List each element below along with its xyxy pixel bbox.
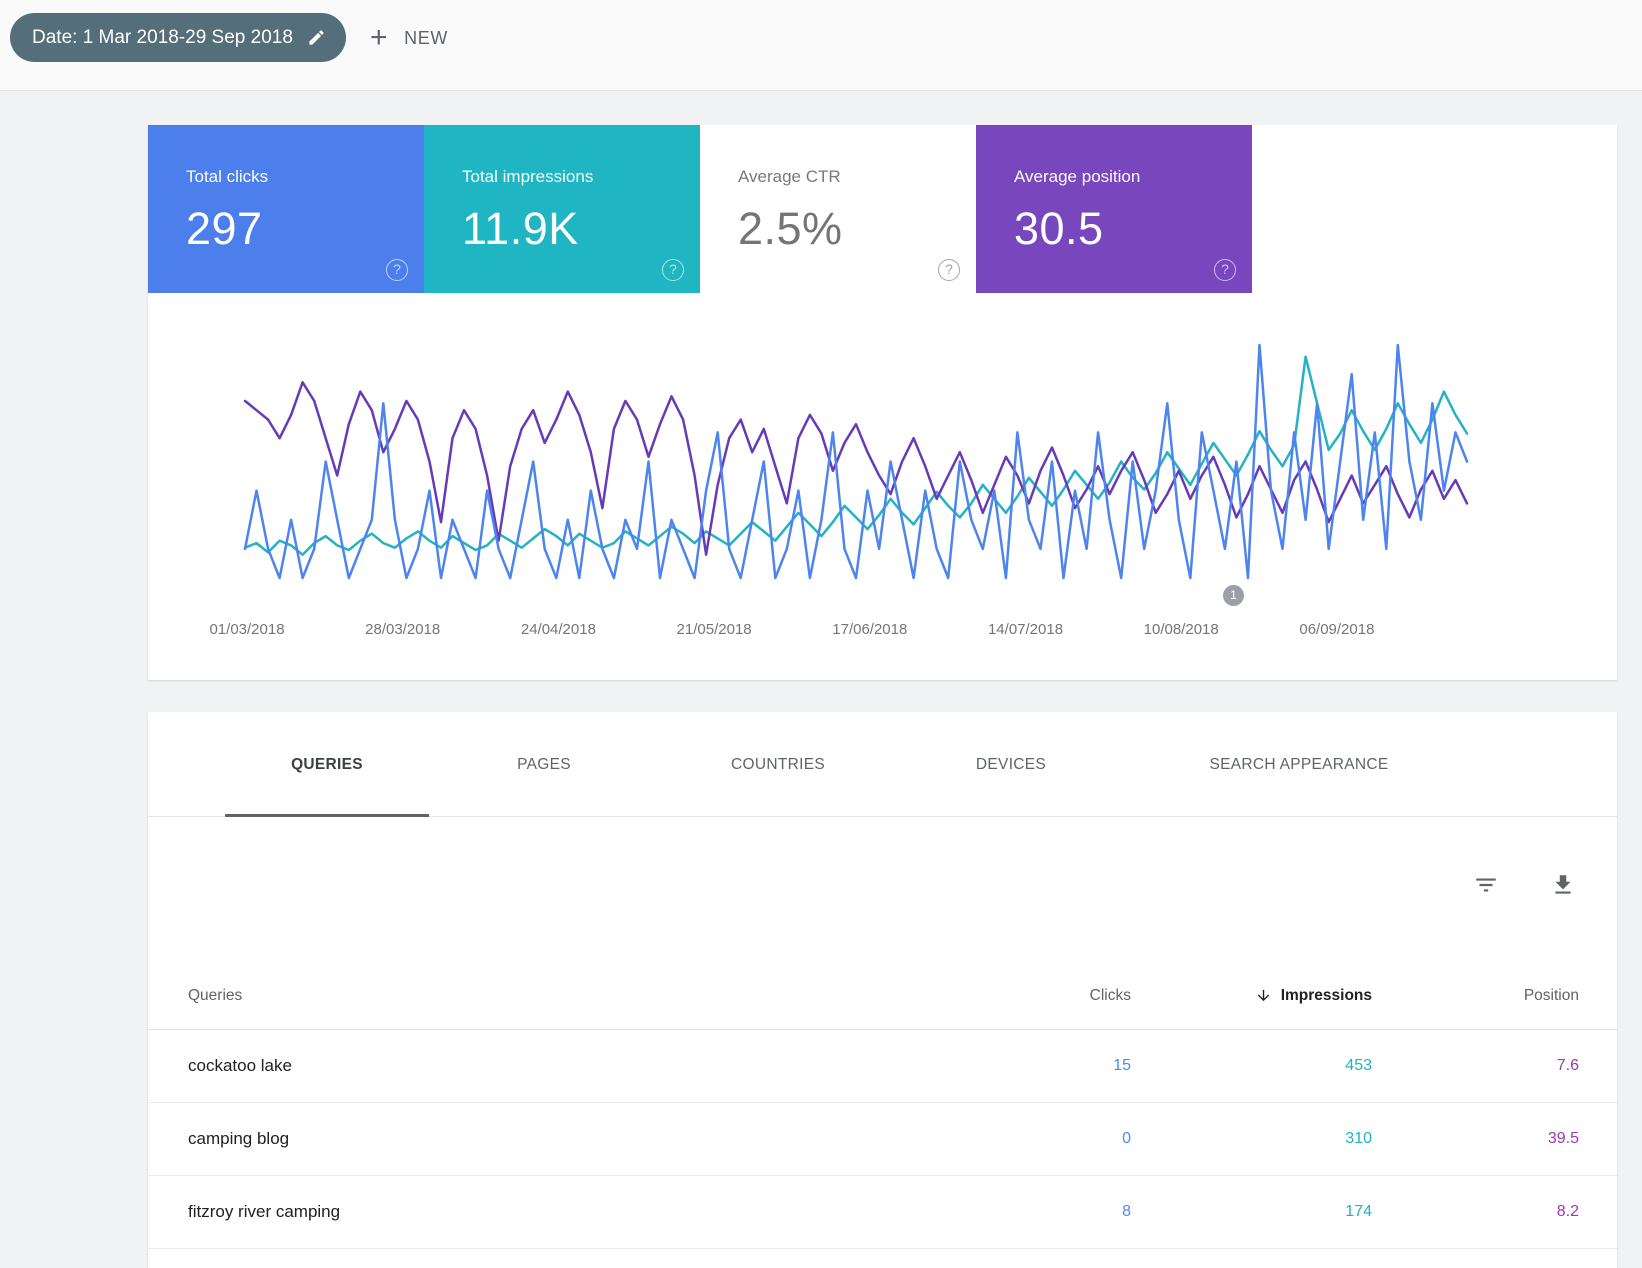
table-header-row: Queries Clicks Impressions Position bbox=[148, 962, 1617, 1030]
tab-search-appearance[interactable]: SEARCH APPEARANCE bbox=[1164, 712, 1433, 817]
column-header-clicks[interactable]: Clicks bbox=[931, 987, 1131, 1005]
table-row[interactable]: cockatoo lake 15 453 7.6 bbox=[148, 1030, 1617, 1103]
column-header-queries[interactable]: Queries bbox=[188, 987, 931, 1005]
query-cell[interactable]: cockatoo lake bbox=[188, 1056, 931, 1076]
plus-icon: + bbox=[370, 23, 388, 53]
x-axis-label: 28/03/2018 bbox=[365, 621, 440, 638]
clicks-cell: 8 bbox=[931, 1203, 1131, 1221]
clicks-cell: 15 bbox=[931, 1057, 1131, 1075]
x-axis-label: 06/09/2018 bbox=[1299, 621, 1374, 638]
tab-countries[interactable]: COUNTRIES bbox=[686, 712, 870, 817]
filter-icon[interactable] bbox=[1472, 872, 1500, 900]
position-cell: 7.6 bbox=[1372, 1057, 1579, 1075]
tab-devices[interactable]: DEVICES bbox=[931, 712, 1091, 817]
search-console-performance-page: Date: 1 Mar 2018-29 Sep 2018 + NEW Total… bbox=[0, 0, 1642, 1268]
x-axis-label: 14/07/2018 bbox=[988, 621, 1063, 638]
table-toolbar bbox=[1472, 872, 1577, 900]
impressions-cell: 174 bbox=[1131, 1203, 1372, 1221]
table-body: cockatoo lake 15 453 7.6 camping blog 0 … bbox=[148, 1030, 1617, 1249]
position-cell: 8.2 bbox=[1372, 1203, 1579, 1221]
new-filter-label: NEW bbox=[404, 28, 448, 49]
query-cell[interactable]: fitzroy river camping bbox=[188, 1202, 931, 1222]
table-row[interactable]: fitzroy river camping 8 174 8.2 bbox=[148, 1176, 1617, 1249]
date-filter-chip[interactable]: Date: 1 Mar 2018-29 Sep 2018 bbox=[10, 13, 346, 62]
tab-pages[interactable]: PAGES bbox=[472, 712, 616, 817]
performance-line-chart[interactable] bbox=[148, 125, 1617, 680]
clicks-cell: 0 bbox=[931, 1130, 1131, 1148]
sort-descending-arrow-icon bbox=[1255, 987, 1272, 1004]
x-axis-label: 01/03/2018 bbox=[209, 621, 284, 638]
column-header-position[interactable]: Position bbox=[1372, 987, 1579, 1005]
column-header-impressions[interactable]: Impressions bbox=[1131, 987, 1372, 1005]
x-axis-label: 21/05/2018 bbox=[677, 621, 752, 638]
dimension-tabs: QUERIES PAGES COUNTRIES DEVICES SEARCH A… bbox=[148, 712, 1617, 817]
edit-pencil-icon bbox=[307, 28, 326, 47]
impressions-cell: 453 bbox=[1131, 1057, 1372, 1075]
x-axis-label: 17/06/2018 bbox=[832, 621, 907, 638]
dimensions-table-card: QUERIES PAGES COUNTRIES DEVICES SEARCH A… bbox=[148, 712, 1617, 1268]
filter-bar: Date: 1 Mar 2018-29 Sep 2018 + NEW bbox=[0, 0, 1642, 91]
chart-annotation-marker[interactable]: 1 bbox=[1223, 585, 1244, 606]
download-icon[interactable] bbox=[1549, 872, 1577, 900]
date-filter-label: Date: 1 Mar 2018-29 Sep 2018 bbox=[32, 27, 293, 49]
performance-chart-card: Total clicks 297 ? Total impressions 11.… bbox=[148, 125, 1617, 680]
tab-queries[interactable]: QUERIES bbox=[225, 712, 429, 817]
query-cell[interactable]: camping blog bbox=[188, 1129, 931, 1149]
impressions-cell: 310 bbox=[1131, 1130, 1372, 1148]
position-cell: 39.5 bbox=[1372, 1130, 1579, 1148]
x-axis-label: 24/04/2018 bbox=[521, 621, 596, 638]
table-row[interactable]: camping blog 0 310 39.5 bbox=[148, 1103, 1617, 1176]
x-axis-label: 10/08/2018 bbox=[1144, 621, 1219, 638]
new-filter-button[interactable]: + NEW bbox=[370, 18, 448, 58]
